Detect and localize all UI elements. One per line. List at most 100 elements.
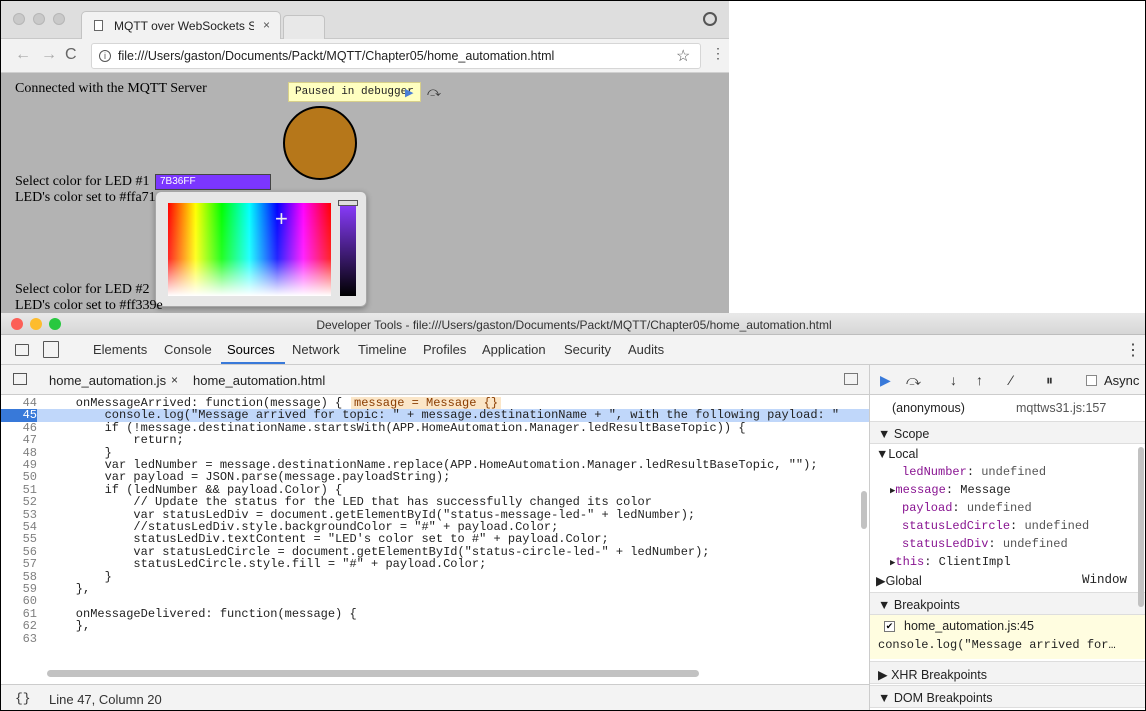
dom-breakpoints-header[interactable]: ▼ DOM Breakpoints bbox=[870, 685, 1145, 708]
tab-application[interactable]: Application bbox=[482, 342, 546, 357]
separator: : bbox=[924, 555, 939, 569]
global-scope[interactable]: ▶Global Window bbox=[870, 573, 1145, 588]
led1-color-input[interactable]: 7B36FF bbox=[155, 174, 271, 190]
breakpoint-item[interactable]: ✔ home_automation.js:45 console.log("Mes… bbox=[870, 615, 1145, 659]
breakpoints-section-header[interactable]: ▼ Breakpoints bbox=[870, 592, 1145, 615]
xhr-breakpoints-header[interactable]: ▶ XHR Breakpoints bbox=[870, 661, 1145, 684]
line-number[interactable]: 50 bbox=[1, 471, 37, 484]
step-into-icon[interactable]: ↓ bbox=[950, 372, 957, 388]
led1-status: LED's color set to #ffa71 bbox=[15, 190, 156, 205]
scope-variable[interactable]: statusLedDiv: undefined bbox=[870, 537, 1145, 551]
brightness-slider[interactable] bbox=[340, 203, 356, 296]
async-checkbox[interactable] bbox=[1086, 375, 1097, 386]
more-options-icon[interactable]: ⋮ bbox=[1125, 340, 1141, 360]
code-line[interactable]: 62 }, bbox=[1, 620, 869, 633]
separator: : bbox=[1010, 519, 1025, 533]
code-line[interactable]: 60 bbox=[1, 595, 869, 608]
code-line[interactable]: 55 statusLedDiv.textContent = "LED's col… bbox=[1, 533, 869, 546]
line-number[interactable]: 45 bbox=[1, 409, 37, 422]
code-line[interactable]: 63 bbox=[1, 632, 869, 645]
line-number[interactable]: 60 bbox=[1, 595, 37, 608]
line-number[interactable]: 62 bbox=[1, 620, 37, 633]
info-icon[interactable]: i bbox=[99, 50, 111, 62]
local-scope[interactable]: ▼Local bbox=[870, 447, 1145, 461]
code-line[interactable]: 58 } bbox=[1, 570, 869, 583]
forward-icon[interactable]: → bbox=[41, 46, 57, 64]
code-line[interactable]: 52 // Update the status for the LED that… bbox=[1, 495, 869, 510]
tab-audits[interactable]: Audits bbox=[628, 342, 664, 357]
device-toolbar-icon[interactable] bbox=[43, 341, 59, 358]
browser-menu-icon[interactable]: ⋮ bbox=[711, 45, 725, 62]
crosshair-icon[interactable]: + bbox=[275, 206, 288, 232]
tab-sources[interactable]: Sources bbox=[227, 342, 275, 357]
tab-elements[interactable]: Elements bbox=[93, 342, 147, 357]
code-line[interactable]: 59 }, bbox=[1, 582, 869, 596]
brightness-slider-thumb[interactable] bbox=[338, 200, 358, 206]
scope-variable[interactable]: ▶message: Message bbox=[870, 483, 1145, 497]
color-picker-popup: + bbox=[155, 191, 367, 307]
pretty-print-icon[interactable]: {} bbox=[15, 691, 31, 706]
step-over-icon[interactable]: ⤼ bbox=[427, 84, 441, 100]
code-text: // Update the status for the LED that ha… bbox=[47, 495, 652, 510]
resume-icon[interactable]: ▶ bbox=[405, 86, 413, 99]
tab-timeline[interactable]: Timeline bbox=[358, 342, 407, 357]
code-text: }, bbox=[47, 582, 91, 596]
scope-variable[interactable]: ▶this: ClientImpl bbox=[870, 555, 1145, 569]
tab-console[interactable]: Console bbox=[164, 342, 212, 357]
line-number[interactable]: 52 bbox=[1, 496, 37, 509]
address-bar[interactable]: i file:///Users/gaston/Documents/Packt/M… bbox=[91, 43, 701, 69]
scope-variable[interactable]: payload: undefined bbox=[870, 501, 1145, 515]
line-number[interactable]: 63 bbox=[1, 632, 37, 645]
editor-file-tabs: home_automation.js × home_automation.htm… bbox=[1, 365, 869, 395]
code-editor[interactable]: 44 onMessageArrived: function(message) {… bbox=[1, 395, 869, 684]
inspect-element-icon[interactable] bbox=[15, 344, 29, 356]
callstack-frame[interactable]: (anonymous) mqttws31.js:157 bbox=[870, 401, 1145, 415]
window-minimize-button[interactable] bbox=[33, 13, 45, 25]
scope-variable[interactable]: ledNumber: undefined bbox=[870, 465, 1145, 479]
tab-network[interactable]: Network bbox=[292, 342, 340, 357]
back-icon[interactable]: ← bbox=[15, 46, 31, 64]
window-close-button[interactable] bbox=[13, 13, 25, 25]
window-zoom-button[interactable] bbox=[53, 13, 65, 25]
file-tab-js[interactable]: home_automation.js bbox=[49, 373, 166, 388]
step-over-icon[interactable]: ⤼ bbox=[906, 372, 921, 389]
debugger-toolbar: ▶ ⤼ ↓ ↑ ⁄ ⏸ Async bbox=[870, 365, 1145, 395]
vertical-scrollbar[interactable] bbox=[861, 491, 867, 529]
horizontal-scrollbar[interactable] bbox=[47, 670, 699, 677]
navigator-toggle-icon[interactable] bbox=[13, 373, 27, 385]
active-tab-indicator bbox=[221, 362, 285, 364]
deactivate-breakpoints-icon[interactable]: ⁄ bbox=[1010, 372, 1012, 388]
inline-value-hint: message = Message {} bbox=[351, 397, 502, 409]
browser-tab-active[interactable]: MQTT over WebSockets Samp × bbox=[81, 11, 281, 39]
code-line[interactable]: 50 var payload = JSON.parse(message.payl… bbox=[1, 471, 869, 484]
sidebar-scrollbar[interactable] bbox=[1138, 447, 1144, 607]
scope-variable[interactable]: statusLedCircle: undefined bbox=[870, 519, 1145, 533]
new-tab-button[interactable] bbox=[283, 15, 325, 39]
code-text: statusLedCircle.style.fill = "#" + paylo… bbox=[47, 557, 487, 572]
line-number[interactable]: 55 bbox=[1, 533, 37, 546]
debugger-toggle-icon[interactable] bbox=[844, 373, 858, 385]
variable-value: Message bbox=[960, 483, 1011, 497]
resume-icon[interactable]: ▶ bbox=[880, 372, 891, 389]
pause-on-exceptions-icon[interactable]: ⏸ bbox=[1046, 372, 1053, 389]
line-number[interactable]: 57 bbox=[1, 558, 37, 571]
profile-icon[interactable] bbox=[703, 12, 717, 26]
file-tab-html[interactable]: home_automation.html bbox=[193, 373, 325, 388]
bookmark-star-icon[interactable]: ☆ bbox=[676, 46, 690, 66]
code-line[interactable]: 57 statusLedCircle.style.fill = "#" + pa… bbox=[1, 557, 869, 572]
variable-name: message bbox=[895, 483, 946, 497]
color-spectrum-area[interactable] bbox=[168, 203, 331, 296]
breakpoint-checkbox[interactable]: ✔ bbox=[884, 621, 895, 632]
tab-security[interactable]: Security bbox=[564, 342, 611, 357]
file-tab-close-icon[interactable]: × bbox=[171, 373, 178, 387]
scope-section-header[interactable]: ▼ Scope bbox=[870, 421, 1145, 444]
screenshot-root: MQTT over WebSockets Samp × ← → C i file… bbox=[0, 0, 1146, 711]
code-line-breakpoint[interactable]: 45 console.log("Message arrived for topi… bbox=[1, 409, 869, 422]
tab-close-icon[interactable]: × bbox=[263, 18, 270, 32]
code-line[interactable]: 47 return; bbox=[1, 434, 869, 447]
tab-profiles[interactable]: Profiles bbox=[423, 342, 466, 357]
step-out-icon[interactable]: ↑ bbox=[976, 372, 983, 388]
line-number[interactable]: 47 bbox=[1, 434, 37, 447]
reload-icon[interactable]: C bbox=[65, 46, 77, 64]
code-line[interactable]: 61 onMessageDelivered: function(message)… bbox=[1, 607, 869, 620]
